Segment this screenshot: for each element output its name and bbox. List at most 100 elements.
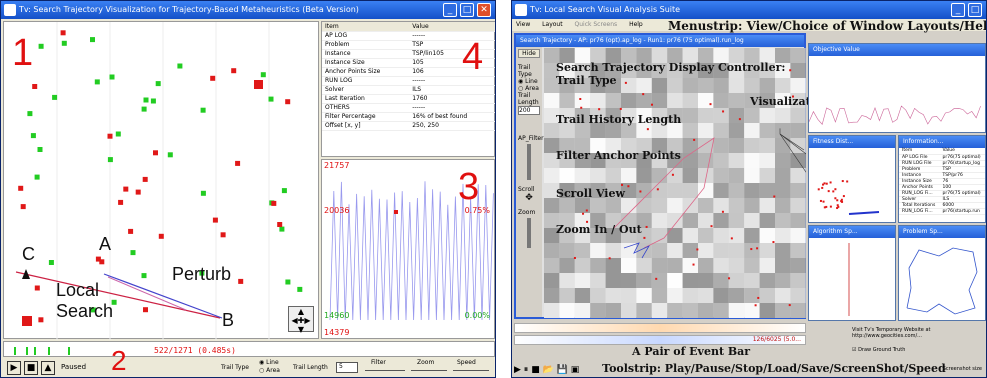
- search-trajectory-title[interactable]: Search Trajectory - AP: pr76 (opt).ap_lo…: [516, 35, 804, 47]
- information-title[interactable]: Information...: [899, 136, 985, 148]
- anchor-point: [128, 228, 134, 234]
- heatmap-cell: [605, 198, 621, 213]
- ap-filter-slider[interactable]: [527, 144, 531, 180]
- controller-annotation: Search Trajectory Display Controller:: [556, 61, 786, 74]
- algorithm-space-title[interactable]: Algorithm Sp...: [809, 226, 895, 238]
- info-row: RUN LOG File pr76(startup_log: [899, 160, 985, 167]
- anchor-point: [789, 69, 792, 72]
- objective-value-title[interactable]: Objective Value: [809, 44, 985, 56]
- menu-layout[interactable]: Layout: [542, 21, 562, 28]
- menu-quick-screens[interactable]: Quick Screens: [575, 21, 618, 28]
- anchor-point: [582, 212, 585, 215]
- trajectory-heatmap[interactable]: [544, 48, 806, 318]
- heatmap-cell: [713, 213, 729, 228]
- anchor-point-canvas[interactable]: 1 A B C Perturb Local Search ▲ ◀✚▶ ▼: [3, 21, 319, 340]
- heatmap-cell: [728, 258, 745, 273]
- close-button[interactable]: ✕: [477, 3, 491, 17]
- anchor-point: [271, 200, 277, 206]
- heatmap-cell: [651, 228, 668, 243]
- heatmap-cell: [759, 273, 775, 288]
- heatmap-cell: [667, 228, 683, 243]
- label-a: A: [99, 234, 112, 254]
- problem-space-title[interactable]: Problem Sp...: [899, 226, 985, 238]
- prop-row: OTHERS ------: [322, 103, 495, 113]
- save-icon[interactable]: 💾: [557, 365, 568, 375]
- anchor-point: [738, 118, 741, 121]
- stop-button[interactable]: ■: [531, 365, 540, 375]
- filter-slider[interactable]: [365, 370, 405, 371]
- fitness-dist-title[interactable]: Fitness Dist...: [809, 136, 895, 148]
- load-icon[interactable]: 📂: [543, 365, 554, 375]
- pause-button[interactable]: ⏸: [524, 365, 529, 375]
- chart-low-left-label: 14960: [324, 311, 350, 320]
- heatmap-cell: [744, 78, 760, 93]
- scroll-control[interactable]: ✥: [518, 193, 540, 203]
- heatmap-cell: [667, 78, 683, 93]
- website-text[interactable]: Visit Tv's Temporary Website at http://w…: [852, 327, 986, 339]
- maximize-button[interactable]: □: [968, 3, 982, 17]
- trail-length-input[interactable]: 5: [336, 362, 358, 373]
- label-search: Search: [56, 301, 114, 321]
- anchor-point: [34, 174, 40, 180]
- minimize-button[interactable]: _: [443, 3, 457, 17]
- anchor-point: [141, 106, 147, 112]
- menu-view[interactable]: View: [516, 21, 530, 28]
- heatmap-cell: [590, 258, 606, 273]
- trail-length-side-input[interactable]: 200: [518, 106, 540, 115]
- zoom-slider[interactable]: [411, 370, 447, 371]
- heatmap-cell: [590, 198, 606, 213]
- anchor-point: [642, 93, 645, 96]
- maximize-button[interactable]: □: [460, 3, 474, 17]
- side-area-radio[interactable]: ○ Area: [518, 85, 540, 92]
- problem-space-tour: [906, 247, 978, 315]
- heatmap-cell: [775, 258, 791, 273]
- speed-slider[interactable]: [453, 370, 489, 371]
- anchor-point: [200, 107, 206, 113]
- stop-button[interactable]: ■: [24, 361, 38, 375]
- algorithm-space-plot: [848, 243, 850, 316]
- scroll-label: Scroll: [518, 186, 535, 193]
- step-button[interactable]: ▲: [41, 361, 55, 375]
- draw-ground-truth-checkbox[interactable]: ☑ Draw Ground Truth: [852, 347, 905, 353]
- zoom-side-slider[interactable]: [527, 218, 531, 248]
- anchor-point: [60, 30, 66, 36]
- event-bar-top[interactable]: [514, 323, 806, 333]
- prop-value: 16% of best found: [409, 112, 495, 122]
- heatmap-cell: [775, 273, 791, 288]
- right-titlebar[interactable]: Tv: Local Search Visual Analysis Suite _…: [512, 1, 986, 19]
- event-bar[interactable]: 522/1271 (0.485s): [3, 341, 495, 357]
- heatmap-cell: [775, 78, 791, 93]
- heatmap-cell: [544, 288, 560, 303]
- label-b: B: [222, 310, 235, 330]
- heatmap-cell: [605, 258, 621, 273]
- screenshot-icon[interactable]: ▣: [571, 365, 580, 375]
- left-titlebar[interactable]: Tv: Search Trajectory Visualization for …: [1, 1, 495, 19]
- anchor-point: [18, 185, 24, 191]
- filter-annotation: Filter Anchor Points: [556, 149, 681, 162]
- heatmap-cell: [759, 138, 775, 153]
- heatmap-cell: [744, 108, 760, 123]
- heatmap-cell: [651, 243, 668, 258]
- trail-area-radio[interactable]: ○ Area: [259, 367, 280, 374]
- heatmap-cell: [713, 153, 729, 168]
- minimize-button[interactable]: _: [951, 3, 965, 17]
- pan-control[interactable]: ▲ ◀✚▶ ▼: [288, 306, 314, 334]
- heatmap-cell: [744, 138, 760, 153]
- hide-button[interactable]: Hide: [518, 49, 540, 58]
- menu-help[interactable]: Help: [629, 21, 643, 28]
- heatmap-cell: [744, 228, 760, 243]
- anchor-point: [757, 296, 760, 299]
- event-bar-bottom[interactable]: 126/6025 (5.0...: [514, 335, 806, 345]
- prop-row: Filter Percentage 16% of best found: [322, 112, 495, 122]
- play-button[interactable]: ▶: [514, 365, 521, 375]
- heatmap-cell: [667, 93, 683, 108]
- heatmap-cell: [621, 243, 637, 258]
- heatmap-cell: [651, 78, 668, 93]
- filter-label: Filter: [371, 359, 386, 366]
- heatmap-cell: [744, 168, 760, 183]
- side-line-radio[interactable]: ◉ Line: [518, 78, 540, 85]
- play-button[interactable]: ▶: [7, 361, 21, 375]
- heatmap-cell: [682, 228, 698, 243]
- trail-line-radio[interactable]: ◉ Line: [259, 359, 279, 366]
- heatmap-cell: [759, 303, 775, 318]
